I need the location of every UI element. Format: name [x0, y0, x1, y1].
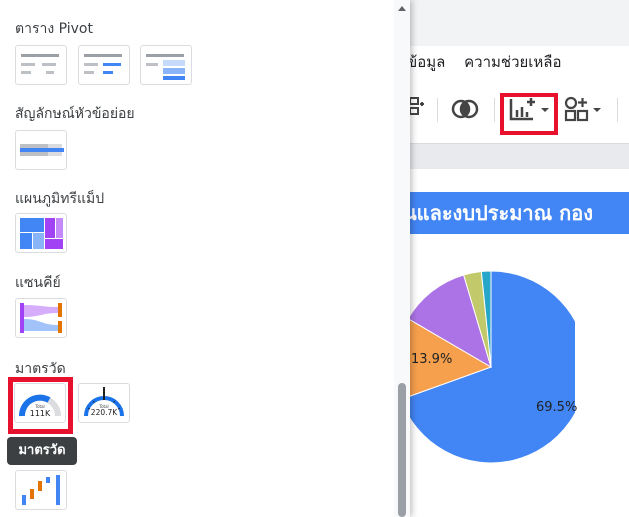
menu-data[interactable]: ข้อมูล [407, 53, 445, 71]
gauge-2-value: 220.7K [91, 408, 118, 417]
toolbar-divider [494, 98, 495, 122]
section-title-bullet: สัญลักษณ์หัวข้อย่อย [15, 106, 135, 122]
chart-picker-panel: ตาราง Pivot สัญลักษณ์หัวข้อย่อย แผนภูมิท… [0, 0, 410, 517]
app-header-band [395, 0, 629, 46]
insert-column-icon[interactable] [407, 94, 427, 124]
pivot-table-option-1[interactable] [15, 45, 67, 85]
section-title-sankey: แซนคีย์ [15, 275, 61, 291]
section-title-treemap: แผนภูมิทรีแม็ป [15, 191, 105, 207]
scroll-up-arrow-icon[interactable] [394, 4, 410, 16]
highlight-box-gauge [8, 377, 73, 434]
bullet-chart-option[interactable] [15, 130, 67, 170]
menu-help[interactable]: ความช่วยเหลือ [464, 53, 561, 71]
treemap-option[interactable] [15, 213, 67, 253]
toolbar-divider [437, 98, 438, 122]
menu-bar: ข้อมูล ความช่วยเหลือ [407, 50, 576, 74]
spreadsheet-app: ข้อมูล ความช่วยเหลือ นและงบประมาณ กอง 13… [395, 0, 629, 517]
blend-data-icon[interactable] [449, 94, 481, 124]
section-title-pivot: ตาราง Pivot [15, 21, 93, 37]
waterfall-option[interactable] [15, 470, 67, 510]
report-title: นและงบประมาณ กอง [395, 192, 629, 234]
pie-label-blue: 69.5% [536, 400, 578, 415]
pivot-table-option-2[interactable] [78, 45, 130, 85]
gauge-option-2[interactable]: Total 220.7K [78, 383, 130, 423]
pie-chart[interactable] [395, 265, 575, 505]
scrollbar-thumb[interactable] [398, 383, 406, 517]
highlight-box-add-chart [500, 93, 558, 135]
add-control-icon[interactable] [563, 94, 605, 124]
toolbar-divider [617, 98, 618, 122]
tooltip-gauge: มาตรวัด [7, 437, 77, 465]
pie-label-orange: 13.9% [411, 352, 453, 367]
panel-scrollbar[interactable] [394, 0, 410, 517]
canvas-top-band [395, 143, 629, 169]
pivot-table-option-3[interactable] [140, 45, 192, 85]
sankey-option[interactable] [15, 298, 67, 338]
